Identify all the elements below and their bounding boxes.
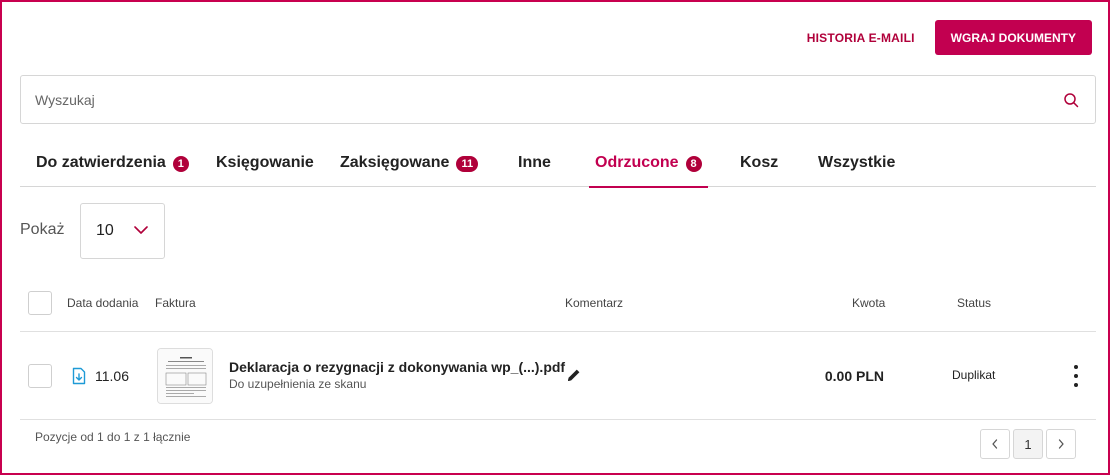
app-frame: HISTORIA E-MAILI WGRAJ DOKUMENTY Do zatw… — [0, 0, 1110, 475]
tab-wszystkie[interactable]: Wszystkie — [818, 145, 895, 187]
tab-zaksiegowane[interactable]: Zaksięgowane 11 — [340, 145, 479, 187]
document-thumbnail[interactable] — [157, 348, 213, 404]
count-badge: 1 — [172, 156, 189, 172]
chevron-right-icon — [1058, 439, 1064, 449]
document-title[interactable]: Deklaracja o rezygnacji z dokonywania wp… — [229, 359, 565, 375]
column-header-invoice: Faktura — [155, 296, 196, 310]
column-header-date: Data dodania — [67, 296, 139, 310]
file-icon — [72, 367, 86, 385]
row-checkbox[interactable] — [28, 364, 52, 388]
select-all-checkbox[interactable] — [28, 291, 52, 315]
column-header-amount: Kwota — [852, 296, 886, 310]
row-amount: 0.00 PLN — [824, 368, 884, 384]
tab-label: Wszystkie — [818, 154, 896, 171]
upload-documents-button[interactable]: WGRAJ DOKUMENTY — [934, 20, 1092, 55]
header-actions: HISTORIA E-MAILI WGRAJ DOKUMENTY — [807, 20, 1092, 55]
pagination: 1 — [980, 429, 1076, 459]
search-input[interactable] — [35, 91, 1015, 108]
previous-page-button[interactable] — [980, 429, 1010, 459]
row-date: 11.06 — [95, 368, 129, 384]
document-preview-image — [158, 349, 212, 403]
pagination-summary: Pozycje od 1 do 1 z 1 łącznie — [35, 430, 191, 444]
chevron-left-icon — [992, 439, 998, 449]
search-bar — [20, 75, 1096, 124]
tab-label: Zaksięgowane — [340, 154, 450, 171]
table-row[interactable]: 11.06 Deklaracja o rezygnacji z dokonywa… — [20, 332, 1096, 420]
tab-ksiegowanie[interactable]: Księgowanie — [216, 145, 314, 187]
tab-label: Księgowanie — [216, 154, 314, 171]
column-header-comment: Komentarz — [565, 296, 624, 310]
table-header: Data dodania Faktura Komentarz Kwota Sta… — [20, 287, 1096, 332]
tab-do-zatwierdzenia[interactable]: Do zatwierdzenia 1 — [36, 145, 189, 187]
page-size-value: 10 — [96, 222, 114, 239]
more-vertical-icon[interactable] — [1070, 365, 1082, 387]
count-badge: 11 — [456, 156, 479, 172]
tab-label: Inne — [518, 154, 551, 171]
column-header-status: Status — [957, 296, 992, 310]
page-size-label: Pokaż — [20, 221, 65, 238]
next-page-button[interactable] — [1046, 429, 1076, 459]
tab-inne[interactable]: Inne — [518, 145, 551, 187]
document-subtitle: Do uzupełnienia ze skanu — [229, 377, 367, 391]
tab-odrzucone[interactable]: Odrzucone 8 — [589, 145, 708, 188]
tab-kosz[interactable]: Kosz — [740, 145, 778, 187]
page-number-button[interactable]: 1 — [1013, 429, 1043, 459]
tab-label: Do zatwierdzenia — [36, 154, 166, 171]
row-status: Duplikat — [952, 368, 996, 382]
search-icon[interactable] — [1063, 92, 1079, 108]
tab-label: Odrzucone — [595, 154, 679, 171]
count-badge: 8 — [685, 156, 702, 172]
tab-label: Kosz — [740, 154, 779, 171]
chevron-down-icon — [134, 226, 148, 234]
tab-bar: Do zatwierdzenia 1 Księgowanie Zaksięgow… — [20, 145, 1096, 188]
email-history-button[interactable]: HISTORIA E-MAILI — [807, 31, 915, 45]
page-size-select[interactable]: 10 — [80, 203, 165, 259]
pencil-icon[interactable] — [566, 367, 582, 383]
